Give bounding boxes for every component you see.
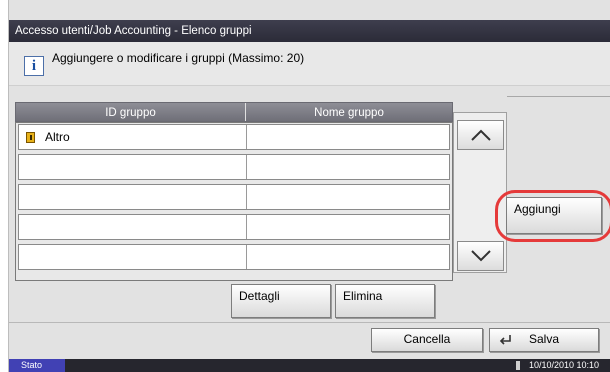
chevron-down-icon — [470, 250, 491, 262]
cell-group-name — [247, 185, 449, 209]
cell-group-id — [19, 215, 247, 239]
column-header-name: Nome gruppo — [314, 107, 384, 119]
cell-group-name — [247, 215, 449, 239]
table-scrollbar — [453, 112, 507, 273]
window-title: Accesso utenti/Job Accounting - Elenco g… — [9, 20, 610, 42]
cell-group-name — [247, 245, 449, 269]
divider — [507, 96, 610, 97]
table-row[interactable] — [18, 244, 450, 270]
status-bar: Stato 10/10/2010 10:10 — [9, 359, 610, 372]
cancel-button[interactable]: Cancella — [371, 328, 483, 352]
info-icon: i — [24, 56, 44, 76]
column-header-id: ID gruppo — [16, 103, 246, 121]
cell-group-name — [247, 155, 449, 179]
group-icon — [26, 132, 35, 143]
enter-icon — [499, 335, 511, 345]
save-button[interactable]: Salva — [489, 328, 599, 352]
table-row[interactable]: Altro — [18, 124, 450, 150]
memory-icon — [516, 361, 520, 370]
cell-group-id — [19, 245, 247, 269]
cell-group-id — [19, 185, 247, 209]
group-id-text: Altro — [45, 130, 70, 144]
add-button[interactable]: Aggiungi — [506, 197, 602, 234]
scroll-down-button[interactable] — [457, 241, 504, 271]
divider — [9, 322, 610, 323]
table-row[interactable] — [18, 154, 450, 180]
save-label: Salva — [528, 332, 560, 346]
table-row[interactable] — [18, 214, 450, 240]
cell-group-id: Altro — [19, 125, 247, 149]
chevron-up-icon — [470, 129, 491, 141]
screen: Accesso utenti/Job Accounting - Elenco g… — [8, 0, 610, 372]
cell-group-id — [19, 155, 247, 179]
message-text: Aggiungere o modificare i gruppi (Massim… — [52, 51, 305, 65]
status-button[interactable]: Stato — [9, 359, 65, 372]
message-area: i Aggiungere o modificare i gruppi (Mass… — [9, 42, 610, 86]
date-time: 10/10/2010 10:10 — [529, 360, 600, 370]
group-table: Altro — [15, 122, 453, 281]
delete-button[interactable]: Elimina — [335, 284, 435, 318]
table-header: ID gruppo Nome gruppo — [15, 102, 453, 122]
cell-group-name — [247, 125, 449, 149]
table-row[interactable] — [18, 184, 450, 210]
details-button[interactable]: Dettagli — [231, 284, 331, 318]
scroll-up-button[interactable] — [457, 120, 504, 150]
